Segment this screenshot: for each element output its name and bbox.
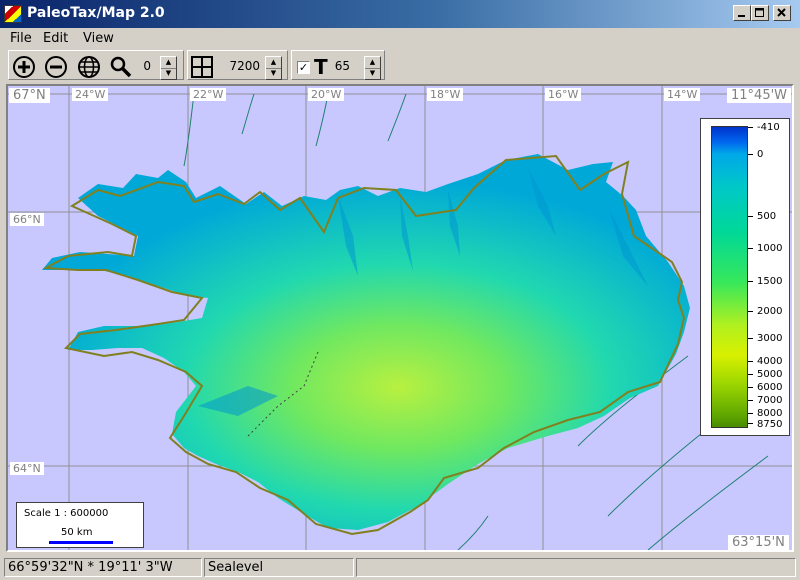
scale-ratio: Scale 1 : 600000 — [24, 508, 109, 519]
legend-label: 4000 — [757, 356, 783, 367]
spin-down-icon[interactable]: ▼ — [266, 68, 281, 79]
globe-button[interactable] — [76, 54, 102, 80]
text-toolbar-group: ✓ T 65 ▲ ▼ — [291, 50, 385, 80]
close-icon — [777, 8, 786, 17]
menu-view[interactable]: View — [83, 31, 114, 46]
maximize-button[interactable] — [751, 5, 769, 21]
legend-tick — [748, 423, 753, 424]
status-bar: 66°59'32"N * 19°11' 3"W Sealevel — [0, 556, 800, 580]
status-mode: Sealevel — [204, 558, 354, 577]
grid-icon — [191, 56, 213, 78]
legend-tick — [748, 216, 753, 217]
close-button[interactable] — [773, 5, 791, 21]
zoom-in-icon — [13, 56, 35, 78]
status-extra — [356, 558, 796, 577]
magnifier-icon — [110, 56, 132, 78]
menu-file[interactable]: File — [10, 31, 32, 46]
legend-tick — [748, 248, 753, 249]
iceland-landmass — [42, 154, 690, 530]
legend-label: 8750 — [757, 419, 783, 430]
zoom-out-icon — [45, 56, 67, 78]
lon-label: 14°W — [664, 88, 701, 101]
lon-label: 18°W — [427, 88, 464, 101]
map-drawing[interactable] — [8, 86, 792, 550]
legend-tick — [748, 387, 753, 388]
legend-label: 3000 — [757, 333, 783, 344]
legend-tick — [748, 154, 753, 155]
spin-down-icon[interactable]: ▼ — [365, 68, 380, 79]
legend-tick — [748, 413, 753, 414]
legend-tick — [748, 311, 753, 312]
grid-button[interactable] — [189, 54, 215, 80]
grid-spinner[interactable]: ▲ ▼ — [265, 56, 282, 80]
window-title: PaleoTax/Map 2.0 — [27, 5, 165, 21]
text-icon: T — [314, 55, 328, 79]
text-size-spinner[interactable]: ▲ ▼ — [364, 56, 381, 80]
map-frame: 67°N 11°45'W 63°15'N 24°W 22°W 20°W 18°W… — [6, 84, 794, 552]
spin-down-icon[interactable]: ▼ — [161, 68, 176, 79]
scale-indicator: Scale 1 : 600000 50 km — [16, 502, 144, 548]
legend-tick — [748, 361, 753, 362]
grid-value: 7200 — [229, 59, 260, 73]
magnifier-button[interactable] — [108, 54, 134, 80]
zoom-spinner[interactable]: ▲ ▼ — [160, 56, 177, 80]
maximize-icon — [755, 8, 764, 17]
text-size-value: 65 — [334, 59, 350, 73]
legend-tick — [748, 127, 753, 128]
legend-label: 2000 — [757, 306, 783, 317]
legend-tick — [748, 374, 753, 375]
legend-tick — [748, 281, 753, 282]
legend-label: 7000 — [757, 395, 783, 406]
menu-edit[interactable]: Edit — [43, 31, 68, 46]
lon-label: 20°W — [308, 88, 345, 101]
lat-label: 66°N — [10, 213, 44, 226]
minimize-icon — [738, 15, 745, 17]
text-checkbox[interactable]: ✓ — [297, 61, 310, 74]
corner-label-top-left: 67°N — [9, 88, 50, 103]
app-icon[interactable] — [4, 5, 22, 23]
elevation-legend: -410 0 500 1000 1500 2000 3000 4000 5000… — [700, 118, 790, 436]
legend-label: 5000 — [757, 369, 783, 380]
zoom-level-value: 0 — [143, 59, 151, 73]
legend-label: 0 — [757, 149, 764, 160]
scale-bar — [49, 541, 113, 544]
menu-bar: File Edit View — [0, 28, 800, 48]
legend-tick — [748, 400, 753, 401]
legend-label: 1000 — [757, 243, 783, 254]
map-canvas[interactable]: 67°N 11°45'W 63°15'N 24°W 22°W 20°W 18°W… — [8, 86, 792, 550]
title-bar: PaleoTax/Map 2.0 — [0, 0, 800, 28]
zoom-out-button[interactable] — [43, 54, 69, 80]
zoom-toolbar-group: 0 ▲ ▼ — [8, 50, 184, 80]
legend-label: 8000 — [757, 408, 783, 419]
status-coordinates: 66°59'32"N * 19°11' 3"W — [4, 558, 202, 577]
lon-label: 24°W — [72, 88, 109, 101]
legend-label: 1500 — [757, 276, 783, 287]
legend-label: -410 — [757, 122, 780, 133]
lon-label: 22°W — [190, 88, 227, 101]
legend-color-ramp — [711, 126, 748, 428]
legend-label: 500 — [757, 211, 777, 222]
scale-distance: 50 km — [61, 527, 93, 538]
zoom-in-button[interactable] — [11, 54, 37, 80]
minimize-button[interactable] — [733, 5, 751, 21]
lon-label: 16°W — [545, 88, 582, 101]
grid-toolbar-group: 7200 ▲ ▼ — [187, 50, 288, 80]
corner-label-top-right: 11°45'W — [727, 88, 792, 103]
lat-label: 64°N — [10, 462, 44, 475]
legend-tick — [748, 338, 753, 339]
legend-label: 6000 — [757, 382, 783, 393]
corner-label-bottom-right: 63°15'N — [728, 535, 789, 550]
globe-icon — [78, 56, 100, 78]
toolbar: 0 ▲ ▼ 7200 ▲ ▼ ✓ T 65 ▲ ▼ — [0, 48, 800, 82]
